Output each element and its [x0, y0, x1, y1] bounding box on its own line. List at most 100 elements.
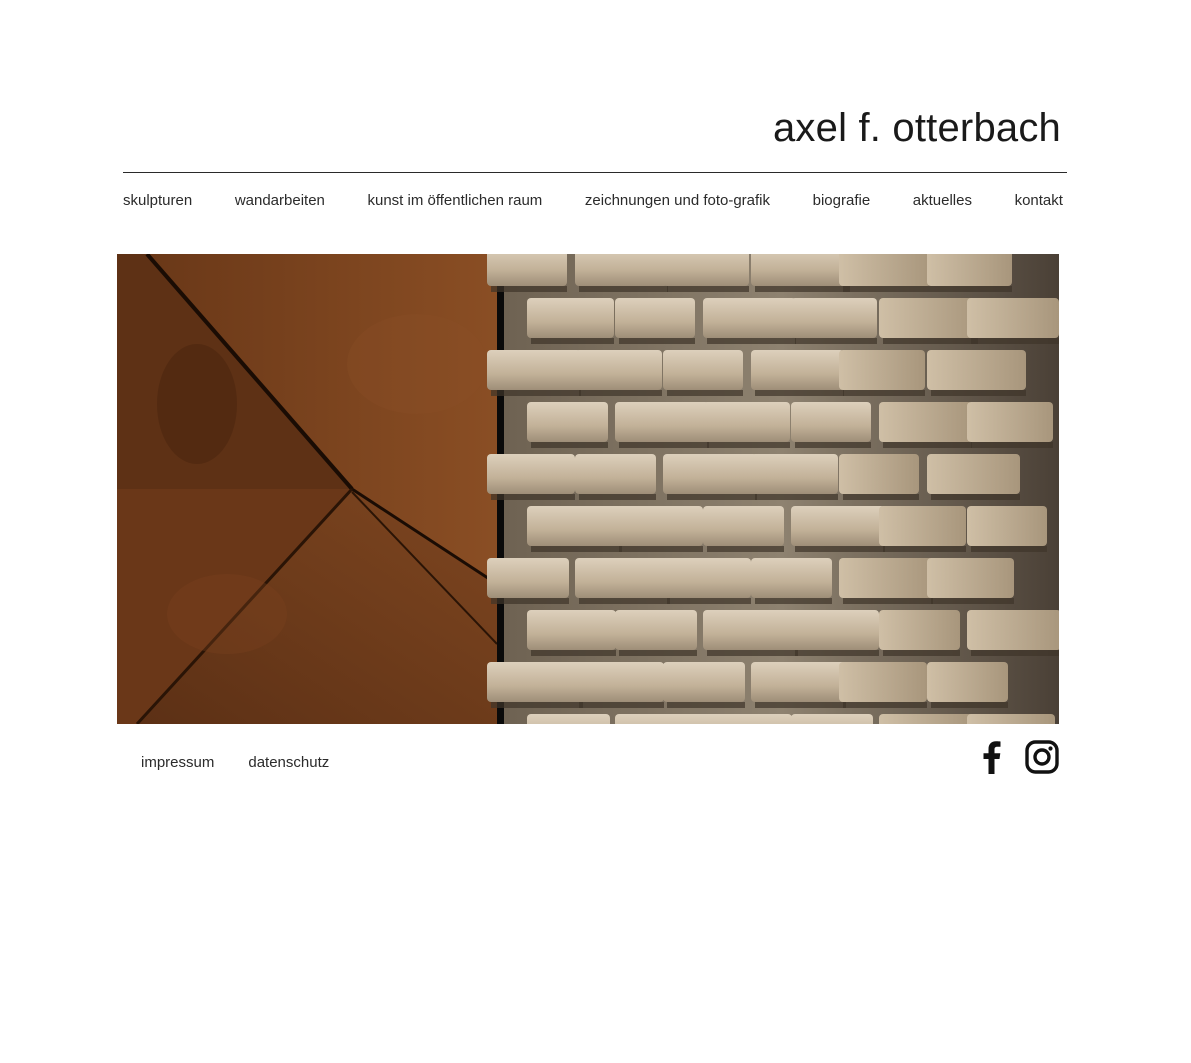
stone-slab — [703, 714, 792, 724]
stone-slab-shadow — [531, 546, 622, 552]
stone-slab-shadow — [971, 338, 1059, 344]
stone-slab — [967, 714, 1055, 724]
stone-slab-shadow — [491, 598, 569, 604]
stone-slab — [487, 454, 575, 494]
stone-slab-shadow — [619, 338, 695, 344]
stone-slab-shadow — [883, 546, 966, 552]
stone-slab — [879, 610, 960, 650]
stone-slab — [487, 558, 569, 598]
stone-slab — [527, 610, 616, 650]
stone-slab — [839, 662, 927, 702]
stone-slab-shadow — [795, 338, 877, 344]
stone-slab-shadow — [795, 650, 879, 656]
stone-slab-shadow — [707, 442, 790, 448]
stone-slab — [839, 350, 925, 390]
stone-slab — [839, 558, 933, 598]
stone-slab-shadow — [619, 546, 703, 552]
stone-slab — [575, 454, 656, 494]
stone-slab-shadow — [795, 546, 885, 552]
stone-slab — [487, 350, 581, 390]
stone-slab — [663, 662, 745, 702]
stone-slab — [615, 714, 711, 724]
stone-slab-shadow — [491, 494, 575, 500]
stone-slab — [703, 402, 790, 442]
stone-slab-shadow — [579, 598, 670, 604]
facebook-icon[interactable] — [975, 740, 1009, 774]
stone-slab — [927, 662, 1008, 702]
hero-image — [117, 254, 1059, 724]
stone-slab — [575, 662, 664, 702]
nav-item-wandarbeiten[interactable]: wandarbeiten — [235, 192, 325, 209]
stone-slab-shadow — [883, 442, 972, 448]
nav-item-kunst-im-oeffentlichen-raum[interactable]: kunst im öffentlichen raum — [367, 192, 542, 209]
stone-slab-shadow — [755, 494, 838, 500]
footer-link-impressum[interactable]: impressum — [141, 754, 214, 771]
nav-item-kontakt[interactable]: kontakt — [1015, 192, 1063, 209]
stone-slab — [839, 254, 931, 286]
stone-slab — [575, 254, 668, 286]
stone-slab — [487, 662, 583, 702]
stone-slab — [663, 350, 743, 390]
stone-slab-shadow — [843, 702, 927, 708]
footer-link-datenschutz[interactable]: datenschutz — [248, 754, 329, 771]
stone-slab — [615, 506, 703, 546]
stone-slab — [927, 558, 1014, 598]
stone-slab — [791, 506, 885, 546]
stone-slab-shadow — [883, 338, 978, 344]
stone-slab — [791, 610, 879, 650]
site-title[interactable]: axel f. otterbach — [773, 104, 1061, 152]
stone-slab — [527, 506, 622, 546]
stone-slab-shadow — [971, 546, 1047, 552]
stone-slab — [751, 254, 850, 286]
stone-slab-shadow — [795, 442, 871, 448]
main-nav: skulpturen wandarbeiten kunst im öffentl… — [123, 190, 1063, 210]
stone-slab-shadow — [667, 494, 757, 500]
stone-slab — [615, 298, 695, 338]
nav-item-skulpturen[interactable]: skulpturen — [123, 192, 192, 209]
stone-slab-shadow — [883, 650, 960, 656]
stone-slab-shadow — [843, 494, 919, 500]
stone-slab — [927, 454, 1020, 494]
stone-slab-shadow — [931, 390, 1026, 396]
stone-slab — [967, 402, 1053, 442]
stone-slab-shadow — [619, 650, 697, 656]
stone-slab — [967, 610, 1059, 650]
stone-slab-shadow — [531, 442, 608, 448]
stone-slab — [663, 454, 757, 494]
stone-slab-shadow — [843, 598, 933, 604]
stone-slab — [751, 558, 832, 598]
stone-slab-shadow — [971, 650, 1059, 656]
stone-slab-shadow — [667, 598, 751, 604]
nav-item-zeichnungen-und-foto-grafik[interactable]: zeichnungen und foto-grafik — [585, 192, 770, 209]
stone-slab — [527, 298, 614, 338]
stone-slab-shadow — [971, 442, 1053, 448]
stone-slab — [487, 254, 567, 286]
nav-item-aktuelles[interactable]: aktuelles — [913, 192, 972, 209]
stone-slab — [663, 558, 751, 598]
stone-slab-shadow — [755, 286, 850, 292]
stone-slab — [791, 402, 871, 442]
stone-slab-shadow — [667, 390, 743, 396]
footer-links: impressum datenschutz — [141, 754, 329, 771]
rusted-steel-panel — [117, 254, 498, 724]
stone-slab-shadow — [755, 390, 844, 396]
stone-slab — [791, 298, 877, 338]
stone-slab-shadow — [667, 702, 745, 708]
nav-item-biografie[interactable]: biografie — [813, 192, 871, 209]
stone-relief-panel — [487, 254, 1059, 724]
stone-slab — [703, 506, 784, 546]
stone-slab — [751, 662, 846, 702]
stone-slab — [703, 298, 796, 338]
stone-slab — [967, 298, 1059, 338]
stone-slab — [879, 714, 974, 724]
stone-slab — [751, 350, 844, 390]
instagram-icon[interactable] — [1025, 740, 1059, 774]
stone-slab-shadow — [755, 598, 832, 604]
stone-slab — [791, 714, 873, 724]
stone-slab — [615, 610, 697, 650]
stone-slab — [839, 454, 919, 494]
social-bar — [975, 740, 1059, 774]
stone-slab — [967, 506, 1047, 546]
stone-slab — [663, 254, 749, 286]
stone-slab-shadow — [579, 286, 668, 292]
